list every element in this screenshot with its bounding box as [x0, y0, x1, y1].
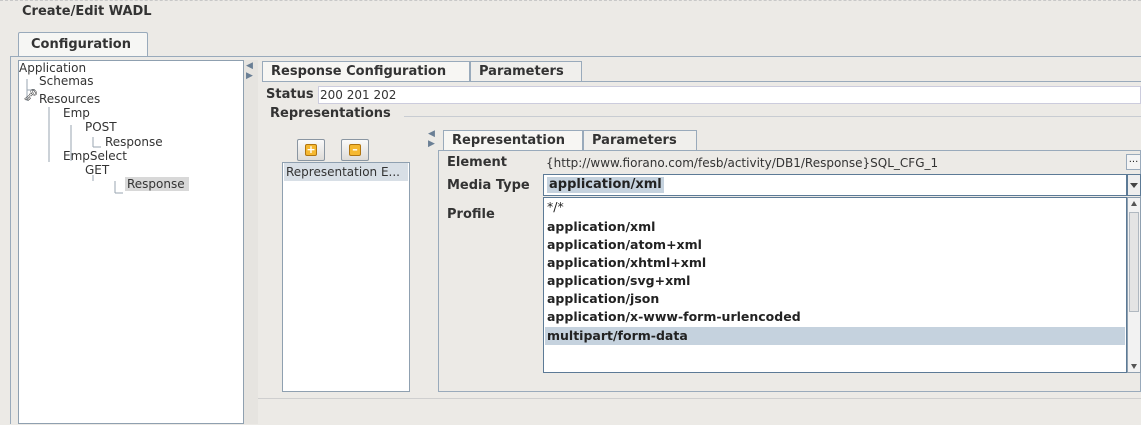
tab-representation-parameters[interactable]: Parameters [583, 130, 697, 150]
tree-item-post-response[interactable]: Response [105, 135, 163, 149]
tree-item-resources[interactable]: Resources [39, 92, 100, 106]
bottom-bar [258, 398, 1141, 425]
scroll-up-icon[interactable] [1131, 201, 1137, 206]
scroll-thumb[interactable] [1129, 212, 1139, 312]
dropdown-scrollbar[interactable] [1127, 197, 1141, 373]
section-divider [404, 116, 1141, 117]
dropdown-option[interactable]: application/atom+xml [547, 236, 702, 254]
collapse-left-icon[interactable]: ◀ [428, 130, 435, 139]
title-divider [0, 0, 1141, 2]
element-value: {http://www.fiorano.com/fesb/activity/DB… [546, 156, 939, 170]
collapse-left-icon[interactable]: ◀ [246, 62, 253, 71]
profile-label: Profile [447, 207, 495, 222]
tree-item-empselect[interactable]: EmpSelect [63, 149, 127, 163]
media-type-combo[interactable]: application/xml [543, 174, 1127, 196]
add-icon: + [305, 143, 317, 156]
dropdown-option[interactable]: */* [547, 198, 564, 216]
representation-list[interactable] [282, 162, 410, 392]
dropdown-option[interactable]: application/json [547, 290, 659, 308]
tree-item-get[interactable]: GET [85, 163, 109, 177]
tree-toggle-icon[interactable]: 🗝 [23, 88, 38, 102]
element-label: Element [447, 155, 507, 170]
window-title: Create/Edit WADL [22, 4, 152, 19]
add-representation-button[interactable]: + [297, 139, 325, 161]
main-splitter[interactable]: ◀ ▶ [244, 60, 258, 424]
tree-item-application[interactable]: Application [19, 61, 86, 75]
tab-response-configuration[interactable]: Response Configuration [262, 61, 470, 81]
status-label: Status [266, 87, 314, 102]
list-item[interactable]: Representation E... [284, 163, 408, 181]
representation-splitter[interactable]: ◀ ▶ [426, 128, 438, 392]
resource-tree[interactable]: Application Schemas 🗝 Resources Emp POST… [18, 60, 244, 424]
remove-representation-button[interactable]: – [341, 139, 369, 161]
expand-right-icon[interactable]: ▶ [246, 72, 253, 81]
element-browse-button[interactable]: ... [1126, 154, 1141, 170]
remove-icon: – [349, 144, 361, 156]
media-type-label: Media Type [447, 178, 530, 193]
dropdown-option-selected[interactable]: multipart/form-data [545, 327, 1125, 345]
tree-item-emp[interactable]: Emp [63, 106, 90, 120]
tab-divider [262, 81, 1141, 82]
tree-item-post[interactable]: POST [85, 120, 117, 134]
tree-item-get-response[interactable]: Response [125, 177, 189, 191]
expand-right-icon[interactable]: ▶ [428, 140, 435, 149]
dropdown-option[interactable]: application/xml [547, 218, 655, 236]
tab-parameters[interactable]: Parameters [470, 61, 582, 81]
dropdown-option[interactable]: application/x-www-form-urlencoded [547, 308, 801, 326]
chevron-down-icon[interactable] [1127, 174, 1141, 196]
rep-tab-divider [438, 150, 1141, 151]
dropdown-option[interactable]: application/xhtml+xml [547, 254, 706, 272]
tree-item-schemas[interactable]: Schemas [39, 74, 94, 88]
media-type-dropdown[interactable]: */* application/xml application/atom+xml… [543, 197, 1127, 373]
status-field[interactable] [318, 86, 1141, 104]
scroll-down-icon[interactable] [1131, 364, 1137, 369]
tab-configuration[interactable]: Configuration [18, 32, 148, 56]
status-value: 200 201 202 [320, 88, 397, 102]
tab-representation[interactable]: Representation [443, 130, 583, 150]
representations-label: Representations [270, 106, 391, 121]
dropdown-option[interactable]: application/svg+xml [547, 272, 690, 290]
media-type-value: application/xml [547, 177, 664, 193]
